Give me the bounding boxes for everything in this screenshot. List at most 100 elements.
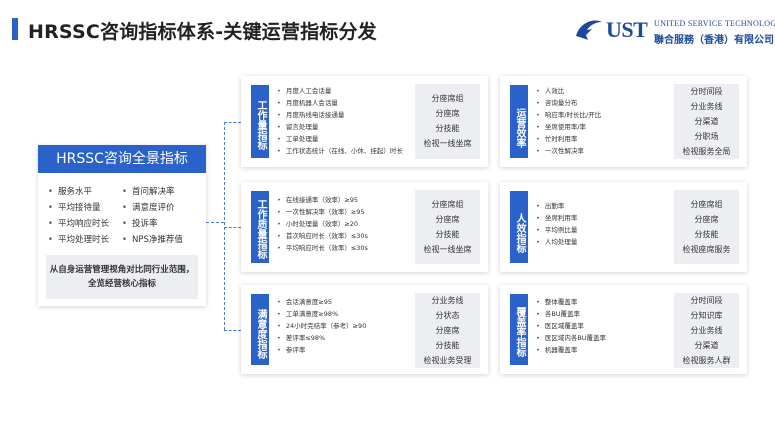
company-logo: UST UNITED SERVICE TECHNOLOGY 聯合服務（香港）有限… [574,16,775,48]
overview-summary-line: 全览经营核心指标 [87,279,156,289]
card-dimension: 分时间段 [690,87,723,96]
logo-chinese-name: 聯合服務（香港）有限公司 [654,35,774,46]
card-metric: 坐席使用率/率 [536,121,601,133]
connector-spine [224,122,225,330]
metric-card-staff-efficiency: 人效指标 出勤率 坐席利用率 平均例比量 人均处理量 分座席组 分座席 分技能 … [500,182,747,272]
card-metric: 在线接通率（效率）≥95 [277,194,368,206]
page-title: HRSSC咨询指标体系-关键运营指标分发 [28,21,377,43]
card-tab-label: 工作量指标 [251,85,269,158]
overview-metric: 平均响应时长 [48,217,122,229]
card-dimension: 分状态 [435,311,460,320]
card-dimension: 检视一线坐席 [423,245,472,254]
card-metric: 人均处理量 [536,236,578,248]
connector-branch-middle [224,227,241,228]
card-dimension-box: 分时间段 分业务线 分渠道 分职场 检视服务全局 [674,84,739,159]
card-metric: 月度人工会话量 [277,85,403,97]
card-dimension: 分座席组 [690,200,723,209]
card-metric: 忙时利用率 [536,133,601,145]
card-metric: 各BU覆盖率 [536,308,606,320]
card-dimension: 检视服务全局 [682,147,731,156]
card-metric: 坐席利用率 [536,212,578,224]
card-metric: 会话满意度≥95 [277,296,366,308]
logo-wordmark: UST [606,17,648,42]
card-dimension: 分座席 [435,215,460,224]
card-dimension: 检视一线坐席 [423,139,472,148]
card-metric: 机器覆盖率 [536,344,606,356]
card-metric: 月度热线电话接通量 [277,109,403,121]
card-metric: 一次性解决率（效率）≥95 [277,206,368,218]
card-metric-list: 会话满意度≥95 工单满意度≥98% 24小时完结率（参考）≥90 差评率≤98… [277,296,367,356]
card-dimension: 分业务线 [431,296,464,305]
card-metric: 出勤率 [536,200,577,212]
logo-english-name: UNITED SERVICE TECHNOLOGY [654,19,775,28]
card-tab-label: 人效指标 [510,191,528,263]
overview-metric: 首问解决率 [122,185,200,197]
card-dimension-box: 分时间段 分知识库 分业务线 分渠道 检视服务人群 [674,293,739,368]
overview-metric: 满意度评价 [122,201,200,213]
card-metric: 参评率 [277,344,366,356]
card-dimension-box: 分座席组 分座席 分技能 检视座席服务 [674,190,739,264]
overview-summary: 从自身运营管理视角对比同行业范围， 全览经营核心指标 [46,255,198,299]
card-metric: 平均响应时长（效率）≤30s [277,242,368,254]
card-dimension: 分业务线 [690,326,723,335]
card-dimension: 分职场 [694,132,719,141]
card-metric-list: 整体覆盖率 各BU覆盖率 医区域覆盖率 医区域内各BU覆盖率 机器覆盖率 [536,296,606,356]
card-metric: 人效比 [536,85,601,97]
card-dimension: 分知识库 [690,311,723,320]
card-dimension: 分座席 [435,326,460,335]
card-metric-list: 月度人工会话量 月度机器人会话量 月度热线电话接通量 留言处理量 工单处理量 工… [277,85,403,157]
connector-branch-top [224,122,241,123]
card-metric-list: 出勤率 坐席利用率 平均例比量 人均处理量 [536,200,578,248]
overview-metric: NPS净推荐值 [122,233,200,245]
card-dimension: 分时间段 [690,296,723,305]
card-dimension: 检视座席服务 [682,245,731,254]
card-metric: 工单满意度≥98% [277,308,366,320]
metric-card-coverage: 覆盖率指标 整体覆盖率 各BU覆盖率 医区域覆盖率 医区域内各BU覆盖率 机器覆… [500,285,747,374]
card-dimension: 分座席 [694,215,719,224]
card-metric: 一次性解决率 [536,145,601,157]
card-metric: 医区域覆盖率 [536,320,606,332]
card-dimension: 分技能 [435,341,460,350]
card-dimension: 分渠道 [694,117,719,126]
card-metric: 差评率≤98% [277,332,366,344]
card-dimension: 分业务线 [690,102,723,111]
card-metric: 24小时完结率（参考）≥90 [277,320,367,332]
card-metric: 工单处理量 [277,133,403,145]
card-metric: 首次响应时长（效率）≤30s [277,230,368,242]
card-dimension: 分座席组 [431,200,464,209]
overview-metric: 投诉率 [122,217,200,229]
card-dimension: 检视服务人群 [682,356,731,365]
connector-trunk [206,222,224,223]
card-dimension: 分技能 [694,230,719,239]
metric-card-satisfaction: 满意度指标 会话满意度≥95 工单满意度≥98% 24小时完结率（参考）≥90 … [241,285,488,374]
card-metric: 留言处理量 [277,121,403,133]
card-tab-label: 运营效率 [510,85,528,158]
card-dimension: 检视业务受理 [423,356,472,365]
title-accent-bar [12,18,18,40]
card-metric-list: 在线接通率（效率）≥95 一次性解决率（效率）≥95 小时处理量（效率）≥20 … [277,194,368,254]
card-dimension: 分座席组 [431,94,464,103]
metric-card-workload: 工作量指标 月度人工会话量 月度机器人会话量 月度热线电话接通量 留言处理量 工… [241,76,488,167]
card-metric: 月度机器人会话量 [277,97,403,109]
overview-metric-list: 服务水平 首问解决率 平均接待量 满意度评价 平均响应时长 投诉率 平均处理时长… [48,185,200,245]
card-dimension: 分渠道 [694,341,719,350]
card-metric: 平均例比量 [536,224,578,236]
card-dimension: 分座席 [435,109,460,118]
metric-card-operational-efficiency: 运营效率 人效比 咨询量分布 响应率/时长比/开比 坐席使用率/率 忙时利用率 … [500,76,747,167]
card-metric: 小时处理量（效率）≥20 [277,218,368,230]
card-metric: 响应率/时长比/开比 [536,109,601,121]
card-dimension-box: 分座席组 分座席 分技能 检视一线坐席 [415,84,480,159]
card-metric: 整体覆盖率 [536,296,606,308]
card-dimension-box: 分业务线 分状态 分座席 分技能 检视业务受理 [415,293,480,368]
card-dimension: 分技能 [435,124,460,133]
card-dimension-box: 分座席组 分座席 分技能 检视一线坐席 [415,190,480,264]
overview-metric: 平均接待量 [48,201,122,213]
overview-card: HRSSC咨询全景指标 服务水平 首问解决率 平均接待量 满意度评价 平均响应时… [38,145,206,306]
connector-branch-bottom [224,330,241,331]
overview-heading: HRSSC咨询全景指标 [38,145,206,173]
card-tab-label: 覆盖率指标 [510,294,528,365]
card-metric: 工作状态统计（在线、小休、挂起）时长 [277,145,403,157]
card-metric: 医区域内各BU覆盖率 [536,332,606,344]
metric-card-work-quality: 工作质量指标 在线接通率（效率）≥95 一次性解决率（效率）≥95 小时处理量（… [241,182,488,272]
dolphin-logo-icon [576,20,602,40]
